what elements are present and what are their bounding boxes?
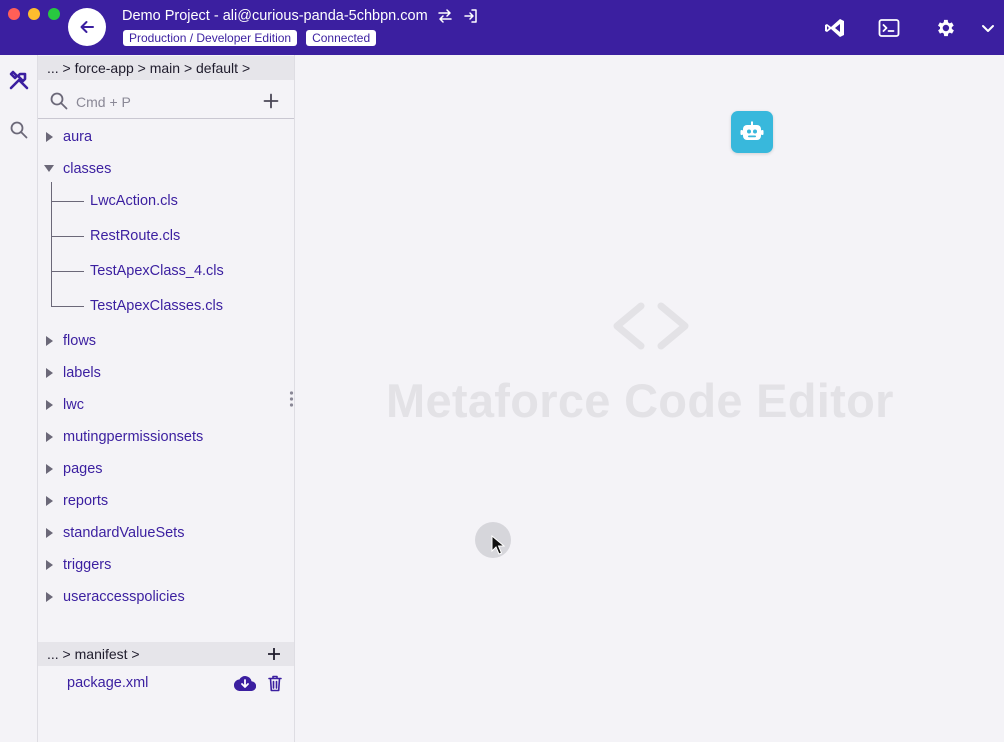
add-manifest-button[interactable]	[266, 642, 282, 666]
plus-icon	[263, 93, 279, 109]
caret-right-icon	[44, 552, 54, 578]
folder-label: flows	[63, 333, 97, 349]
gear-icon	[938, 19, 954, 36]
login-button[interactable]	[462, 7, 480, 25]
search-view-button[interactable]	[5, 116, 33, 144]
manifest-breadcrumb-text: ... > manifest >	[47, 646, 140, 662]
file-explorer: ... > force-app > main > default > aura …	[38, 55, 295, 742]
tree-guide-line	[51, 201, 84, 202]
tree-guide-line	[51, 271, 84, 272]
tools-icon	[9, 70, 29, 90]
caret-right-icon	[44, 520, 54, 546]
quick-open-input[interactable]	[76, 91, 246, 113]
search-icon	[10, 121, 28, 139]
file-item[interactable]: TestApexClasses.cls	[90, 293, 223, 319]
assistant-button[interactable]	[731, 111, 773, 153]
folder-label: classes	[63, 161, 112, 177]
project-title: Demo Project - ali@curious-panda-5chbpn.…	[122, 7, 480, 25]
folder-label: useraccesspolicies	[63, 589, 185, 605]
caret-right-icon	[44, 424, 54, 450]
window-minimize-button[interactable]	[28, 8, 40, 20]
caret-right-icon	[44, 360, 54, 386]
menu-dropdown-button[interactable]	[976, 0, 1000, 55]
folder-label: reports	[63, 493, 109, 509]
window-zoom-button[interactable]	[48, 8, 60, 20]
folder-label: triggers	[63, 557, 112, 573]
folder-label: standardValueSets	[63, 525, 185, 541]
trash-icon	[268, 675, 282, 691]
search-icon	[50, 92, 68, 110]
switch-org-button[interactable]	[436, 7, 454, 25]
caret-right-icon	[44, 392, 54, 418]
caret-right-icon	[44, 328, 54, 354]
folder-mutingpermissionsets[interactable]: mutingpermissionsets	[38, 424, 294, 450]
quick-open-bar	[38, 85, 294, 119]
plus-icon	[268, 648, 280, 660]
folder-classes[interactable]: classes	[38, 156, 294, 182]
edition-badge: Production / Developer Edition	[123, 30, 298, 46]
new-file-button[interactable]	[260, 90, 282, 112]
folder-useraccesspolicies[interactable]: useraccesspolicies	[38, 584, 294, 610]
arrow-left-icon	[80, 21, 94, 33]
folder-label: pages	[63, 461, 103, 477]
window-close-button[interactable]	[8, 8, 20, 20]
terminal-icon	[878, 18, 900, 37]
tree-guide-line	[51, 306, 84, 307]
chevron-down-icon	[982, 24, 994, 32]
caret-right-icon	[44, 124, 54, 150]
file-item[interactable]: LwcAction.cls	[90, 188, 178, 214]
settings-button[interactable]	[930, 0, 960, 55]
tools-view-button[interactable]	[5, 66, 33, 94]
folder-lwc[interactable]: lwc	[38, 392, 294, 418]
activity-bar	[0, 55, 38, 742]
welcome-title: Metaforce Code Editor	[386, 374, 894, 427]
code-brackets-icon	[613, 302, 689, 350]
tree-guide-line	[51, 236, 84, 237]
manifest-file-item[interactable]: package.xml	[67, 673, 148, 693]
folder-triggers[interactable]: triggers	[38, 552, 294, 578]
folder-standardvaluesets[interactable]: standardValueSets	[38, 520, 294, 546]
file-item[interactable]: TestApexClass_4.cls	[90, 258, 224, 284]
vscode-icon	[825, 18, 844, 37]
connection-status-badge: Connected	[306, 30, 377, 46]
swap-icon	[437, 9, 452, 23]
folder-pages[interactable]: pages	[38, 456, 294, 482]
robot-icon	[740, 121, 764, 140]
deploy-manifest-button[interactable]	[234, 673, 256, 693]
manifest-breadcrumb[interactable]: ... > manifest >	[38, 642, 294, 666]
folder-aura[interactable]: aura	[38, 124, 294, 150]
caret-down-icon	[44, 156, 54, 182]
folder-label: aura	[63, 129, 93, 145]
folder-flows[interactable]: flows	[38, 328, 294, 354]
delete-manifest-button[interactable]	[264, 673, 286, 693]
mouse-pointer-icon	[491, 535, 505, 555]
terminal-button[interactable]	[874, 0, 904, 55]
cloud-download-icon	[234, 676, 256, 691]
project-title-text: Demo Project - ali@curious-panda-5chbpn.…	[122, 8, 428, 24]
folder-reports[interactable]: reports	[38, 488, 294, 514]
caret-right-icon	[44, 488, 54, 514]
file-item[interactable]: RestRoute.cls	[90, 223, 180, 249]
folder-labels[interactable]: labels	[38, 360, 294, 386]
caret-right-icon	[44, 584, 54, 610]
back-button[interactable]	[68, 8, 106, 46]
folder-label: mutingpermissionsets	[63, 429, 204, 445]
caret-right-icon	[44, 456, 54, 482]
folder-label: labels	[63, 365, 101, 381]
sign-in-icon	[463, 9, 477, 23]
folder-label: lwc	[63, 397, 84, 413]
open-in-vscode-button[interactable]	[820, 0, 850, 55]
explorer-breadcrumb[interactable]: ... > force-app > main > default >	[38, 56, 294, 80]
title-bar: Demo Project - ali@curious-panda-5chbpn.…	[0, 0, 1004, 55]
